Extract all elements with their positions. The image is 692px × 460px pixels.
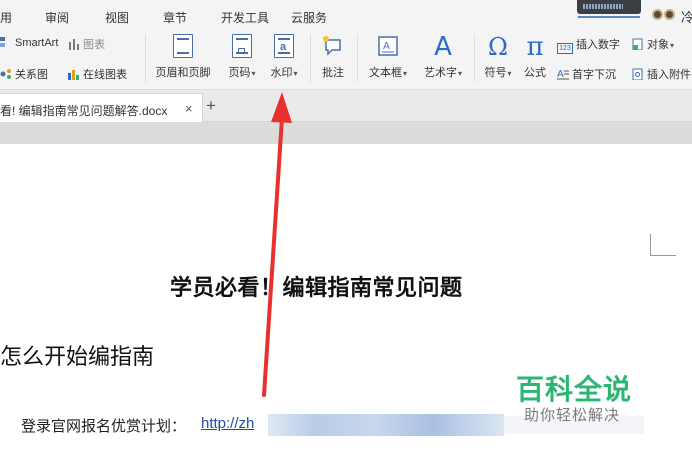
smartart-button[interactable]: SmartArt <box>0 36 58 49</box>
ruler-area <box>0 122 692 144</box>
symbol-button[interactable]: Ω 符号▾ <box>478 34 518 88</box>
watermark-icon: a <box>274 34 294 60</box>
menu-tab-insert[interactable]: 用 <box>0 9 12 26</box>
avatar[interactable] <box>652 6 678 24</box>
watermark-logo-title: 百科全说 <box>516 373 633 406</box>
smartart-label: SmartArt <box>15 37 59 49</box>
chart-button[interactable]: 图表 <box>68 36 105 52</box>
close-icon[interactable]: × <box>185 101 193 116</box>
object-icon <box>632 38 643 50</box>
chevron-down-icon: ▾ <box>402 69 407 78</box>
document-heading: 怎么开始编指南 <box>0 345 155 370</box>
insert-attachment-button[interactable]: 插入附件 <box>632 66 691 82</box>
margin-corner-mark <box>650 234 676 256</box>
new-tab-button[interactable]: + <box>206 96 216 116</box>
chevron-down-icon: ▾ <box>457 69 462 78</box>
status-widget-underline <box>578 16 640 18</box>
header-footer-button[interactable]: 页眉和页脚 <box>150 34 216 88</box>
number-icon: 123 <box>557 43 573 54</box>
watermark-logo-subtitle: 助你轻松解决 <box>524 407 621 424</box>
ribbon-divider <box>474 34 475 82</box>
pi-icon: π <box>526 32 544 62</box>
watermark-label: 水印 <box>270 67 293 79</box>
comment-icon <box>321 34 345 60</box>
relation-chart-icon <box>0 69 11 79</box>
menu-tab-developer[interactable]: 开发工具 <box>221 9 269 26</box>
formula-button[interactable]: π 公式 <box>520 34 550 88</box>
smartart-icon <box>0 37 5 47</box>
svg-text:A: A <box>383 41 390 52</box>
comment-label: 批注 <box>322 67 344 79</box>
online-chart-label: 在线图表 <box>83 69 127 81</box>
insert-number-button[interactable]: 123 插入数字 <box>557 36 620 54</box>
comment-button[interactable]: 批注 <box>314 34 352 88</box>
relation-chart-label: 关系图 <box>15 69 48 81</box>
ribbon-divider <box>310 34 311 82</box>
drop-cap-button[interactable]: A 首字下沉 <box>557 66 616 82</box>
formula-label: 公式 <box>524 67 546 79</box>
textbox-icon: A <box>377 34 399 60</box>
document-title: 学员必看！编辑指南常见问题 <box>170 276 463 301</box>
svg-text:A: A <box>557 69 564 80</box>
object-label: 对象 <box>647 39 669 51</box>
wordart-icon: A <box>434 32 452 62</box>
ribbon-toolbar: SmartArt 图表 关系图 在线图表 页眉和页脚 页码▾ a 水印▾ 批注 <box>0 28 692 90</box>
document-tab-bar: 看! 编辑指南常见问题解答.docx × <box>0 90 692 122</box>
textbox-label: 文本框 <box>368 67 402 79</box>
page-number-button[interactable]: 页码▾ <box>220 34 264 88</box>
chevron-down-icon: ▾ <box>670 41 675 50</box>
document-tab[interactable]: 看! 编辑指南常见问题解答.docx × <box>0 93 203 122</box>
online-chart-button[interactable]: 在线图表 <box>68 66 127 82</box>
drop-cap-label: 首字下沉 <box>572 69 616 81</box>
omega-icon: Ω <box>488 33 508 61</box>
menu-tab-review[interactable]: 审阅 <box>45 9 69 26</box>
ribbon-divider <box>145 34 146 82</box>
attachment-icon <box>632 68 643 80</box>
watermark-button[interactable]: a 水印▾ <box>264 34 304 88</box>
symbol-label: 符号 <box>484 67 507 79</box>
page-number-icon <box>232 34 252 60</box>
insert-attachment-label: 插入附件 <box>647 69 691 81</box>
status-widget <box>577 0 641 14</box>
insert-number-label: 插入数字 <box>576 39 620 51</box>
textbox-button[interactable]: A 文本框▾ <box>362 34 414 88</box>
chevron-down-icon: ▾ <box>507 69 512 78</box>
page-number-label: 页码 <box>228 67 251 79</box>
bar-chart-icon <box>69 39 79 50</box>
online-chart-icon <box>68 70 79 80</box>
menu-tab-view[interactable]: 视图 <box>105 9 129 26</box>
relation-chart-button[interactable]: 关系图 <box>0 66 48 82</box>
menu-bar: 用 审阅 视图 章节 开发工具 云服务 冷 <box>0 0 692 28</box>
document-link[interactable]: http://zh <box>201 415 254 432</box>
menu-tab-chapter[interactable]: 章节 <box>163 9 187 26</box>
object-button[interactable]: 对象▾ <box>632 36 674 52</box>
wordart-label: 艺术字 <box>423 67 457 79</box>
document-paragraph: 登录官网报名优赏计划： <box>21 418 187 435</box>
menu-cut-text: 冷 <box>681 10 692 25</box>
blurred-region <box>268 414 504 436</box>
header-footer-label: 页眉和页脚 <box>155 67 211 79</box>
menu-tab-cloud[interactable]: 云服务 <box>291 9 327 26</box>
drop-cap-icon: A <box>557 69 569 80</box>
chevron-down-icon: ▾ <box>293 69 298 78</box>
header-footer-icon <box>173 34 193 60</box>
wordart-button[interactable]: A 艺术字▾ <box>416 34 470 88</box>
chart-label: 图表 <box>83 39 105 51</box>
ribbon-divider <box>357 34 358 82</box>
chevron-down-icon: ▾ <box>251 69 256 78</box>
document-tab-label: 看! 编辑指南常见问题解答.docx <box>0 104 168 118</box>
